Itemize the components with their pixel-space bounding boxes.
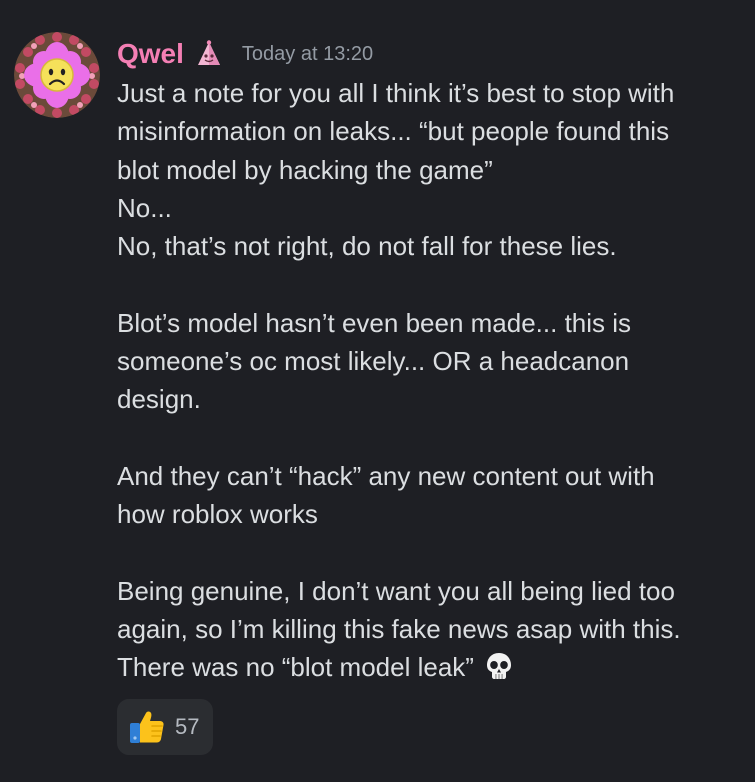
pink-pyramid-icon[interactable]: [194, 39, 224, 69]
message-line: again, so I’m killing this fake news asa…: [117, 614, 681, 645]
message-header: Qwel Today at 13:20: [117, 34, 373, 74]
message-line: how roblox works: [117, 499, 318, 530]
message-line: design.: [117, 384, 201, 415]
chat-message: Qwel Today at 13:20 Just a note for you …: [0, 0, 755, 782]
message-content: Just a note for you all I think it’s bes…: [117, 74, 742, 687]
message-line-text: There was no “blot model leak”: [117, 652, 474, 683]
message-line: No, that’s not right, do not fall for th…: [117, 231, 617, 262]
reaction-thumbs-up[interactable]: 57: [117, 699, 213, 755]
message-line-last: There was no “blot model leak”: [117, 648, 742, 686]
thumbs-up-icon: [130, 711, 164, 743]
message-line: misinformation on leaks... “but people f…: [117, 116, 670, 147]
flower-face-icon: [14, 32, 100, 118]
message-line: someone’s oc most likely... OR a headcan…: [117, 346, 630, 377]
message-line: Just a note for you all I think it’s bes…: [117, 78, 675, 108]
avatar[interactable]: [14, 32, 100, 118]
timestamp: Today at 13:20: [241, 43, 374, 65]
username[interactable]: Qwel: [117, 34, 184, 74]
reaction-count: 57: [175, 714, 200, 739]
message-line: Being genuine, I don’t want you all bein…: [117, 575, 675, 606]
message-line: blot model by hacking the game”: [117, 154, 493, 185]
message-line: No...: [117, 192, 172, 223]
message-line: Blot’s model hasn’t even been made... th…: [117, 307, 632, 338]
skull-icon: [486, 653, 511, 680]
message-line: And they can’t “hack” any new content ou…: [117, 460, 655, 491]
